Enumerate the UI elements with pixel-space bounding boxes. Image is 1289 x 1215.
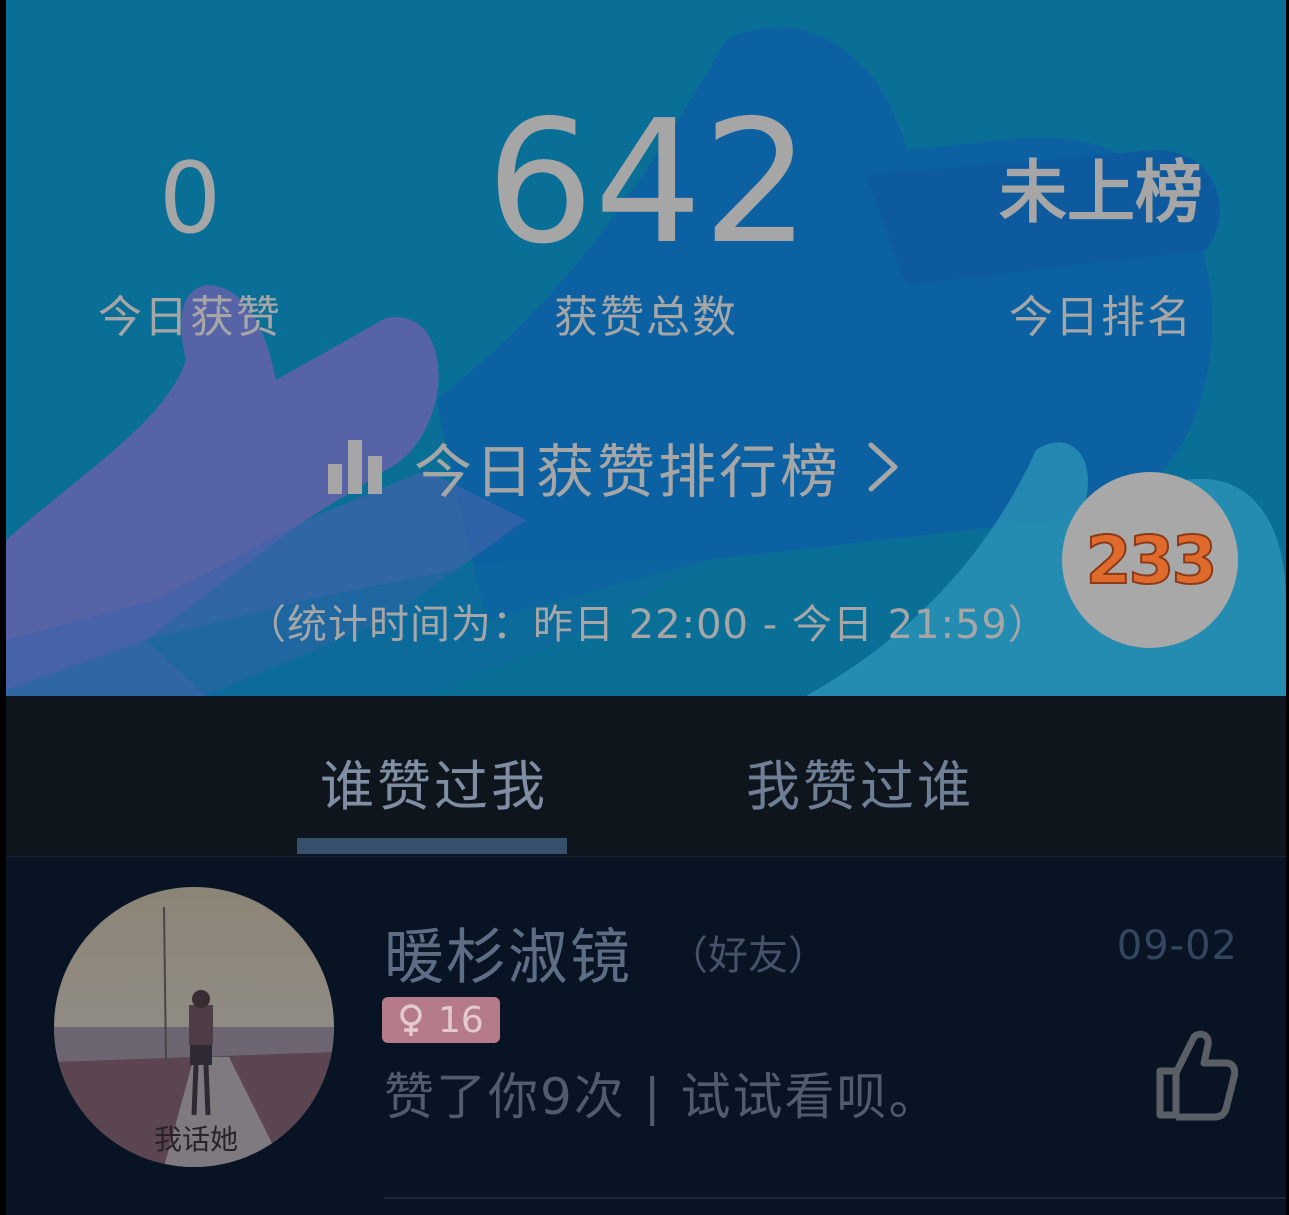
- avatar-caption: 我话她: [154, 1123, 238, 1156]
- statistics-period-note: （统计时间为：昨日 22:00 - 今日 21:59）: [246, 602, 1049, 648]
- likes-tab-bar: 谁赞过我 我赞过谁: [6, 696, 1286, 857]
- today-rank-label: 今日排名: [1009, 292, 1193, 343]
- floating-233-badge[interactable]: 233: [1062, 472, 1238, 648]
- daily-ranking-label: 今日获赞排行榜: [414, 438, 842, 506]
- active-tab-indicator: [297, 838, 567, 854]
- floating-233-label: 233: [1085, 521, 1219, 600]
- thumbs-up-icon[interactable]: [1154, 1029, 1238, 1121]
- female-icon: [400, 1004, 422, 1036]
- friend-relation-tag: （好友）: [668, 933, 828, 979]
- likes-hero-banner: 0 今日获赞 642 获赞总数 未上榜 今日排名 今日获赞排行榜 （统计时间为：…: [6, 0, 1286, 696]
- liker-nickname: 暖杉淑镜: [384, 923, 632, 993]
- today-likes-value: 0: [158, 142, 222, 256]
- tab-who-liked-me[interactable]: 谁赞过我: [320, 742, 548, 821]
- daily-ranking-link[interactable]: 今日获赞排行榜: [328, 432, 899, 506]
- today-rank-value: 未上榜: [998, 154, 1203, 233]
- bar-chart-icon: [328, 440, 382, 494]
- liker-list-item[interactable]: 我话她 暖杉淑镜 （好友） 09-02 16 赞了你9次 | 试试看呗。: [6, 857, 1286, 1199]
- chevron-right-icon: [868, 442, 898, 492]
- app-frame: 0 今日获赞 642 获赞总数 未上榜 今日排名 今日获赞排行榜 （统计时间为：…: [6, 0, 1286, 1215]
- gender-age-badge: 16: [382, 997, 500, 1043]
- age-value: 16: [438, 999, 484, 1041]
- list-divider: [384, 1197, 1286, 1199]
- avatar[interactable]: 我话她: [54, 887, 334, 1167]
- today-likes-label: 今日获赞: [98, 292, 282, 343]
- like-date: 09-02: [1116, 923, 1238, 969]
- tab-who-i-liked[interactable]: 我赞过谁: [746, 742, 974, 821]
- total-likes-label: 获赞总数: [554, 292, 738, 343]
- like-summary-text: 赞了你9次 | 试试看呗。: [384, 1068, 941, 1126]
- total-likes-value: 642: [486, 84, 811, 282]
